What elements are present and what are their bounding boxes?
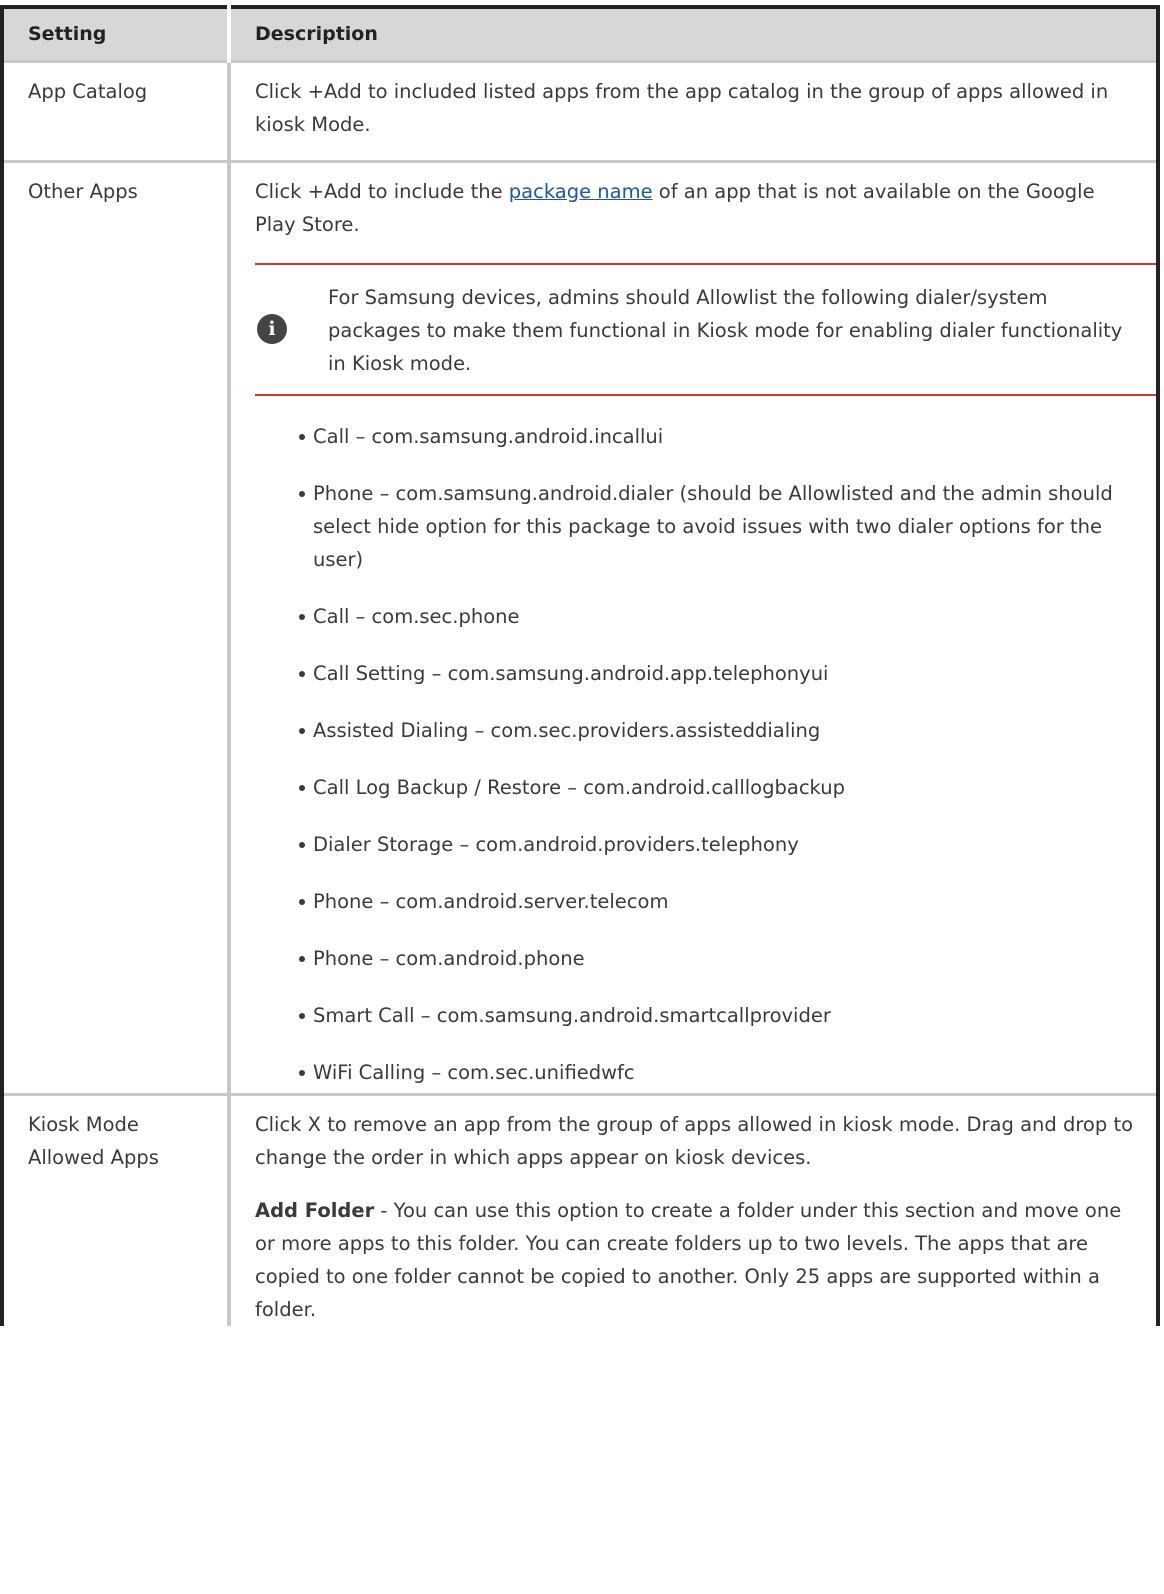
list-item: Dialer Storage – com.android.providers.t… — [299, 828, 1136, 861]
package-name-link[interactable]: package name — [509, 180, 653, 203]
list-item: Call – com.samsung.android.incallui — [299, 420, 1136, 453]
setting-name: App Catalog — [2, 59, 231, 161]
add-folder-paragraph: Add Folder - You can use this option to … — [255, 1194, 1136, 1326]
list-item: Smart Call – com.samsung.android.smartca… — [299, 999, 1136, 1032]
list-item: Phone – com.android.server.telecom — [299, 885, 1136, 918]
list-item: Call Setting – com.samsung.android.app.t… — [299, 657, 1136, 690]
setting-description: Click +Add to include the package name o… — [229, 159, 1158, 1094]
settings-table: Setting Description App Catalog Click +A… — [0, 5, 1160, 1326]
column-header-setting: Setting — [2, 7, 231, 61]
column-header-description: Description — [229, 7, 1158, 61]
setting-description: Click +Add to included listed apps from … — [229, 59, 1158, 161]
table-row-kiosk-allowed-apps: Kiosk Mode Allowed Apps Click X to remov… — [2, 1092, 1158, 1326]
description-text: Click +Add to include the package name o… — [255, 175, 1136, 241]
description-text: Click +Add to included listed apps from … — [255, 79, 1109, 136]
description-text: Click X to remove an app from the group … — [255, 1112, 1134, 1169]
list-item: Phone – com.samsung.android.dialer (shou… — [299, 477, 1136, 576]
list-item: Call – com.sec.phone — [299, 600, 1136, 633]
add-folder-text: - You can use this option to create a fo… — [255, 1198, 1122, 1321]
table-row-app-catalog: App Catalog Click +Add to included liste… — [2, 59, 1158, 161]
table-row-other-apps: Other Apps Click +Add to include the pac… — [2, 159, 1158, 1094]
setting-name: Other Apps — [2, 159, 231, 1094]
setting-name: Kiosk Mode Allowed Apps — [2, 1092, 231, 1326]
setting-description: Click X to remove an app from the group … — [229, 1092, 1158, 1326]
description-text-part: Click +Add to include the — [255, 179, 509, 203]
list-item: Phone – com.android.phone — [299, 942, 1136, 975]
list-item: WiFi Calling – com.sec.unifiedwfc — [299, 1056, 1136, 1089]
list-item: Assisted Dialing – com.sec.providers.ass… — [299, 714, 1136, 747]
list-item: Call Log Backup / Restore – com.android.… — [299, 771, 1136, 804]
info-icon: i — [257, 314, 287, 344]
note-box: i For Samsung devices, admins should All… — [255, 262, 1156, 396]
note-text: For Samsung devices, admins should Allow… — [328, 285, 1123, 375]
package-list: Call – com.samsung.android.incallui Phon… — [255, 420, 1136, 1089]
add-folder-label: Add Folder — [255, 1198, 375, 1222]
table-header-row: Setting Description — [2, 7, 1158, 61]
